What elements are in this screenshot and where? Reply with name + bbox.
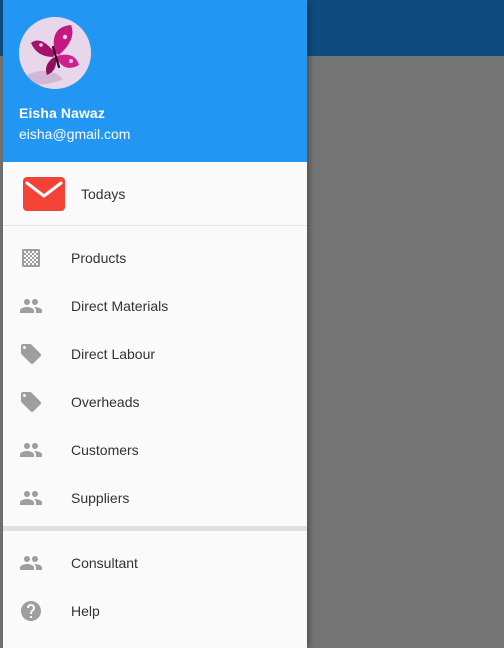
menu-item-products[interactable]: Products	[3, 234, 307, 282]
todays-item[interactable]: Todays	[3, 162, 307, 226]
menu-item-label: Direct Materials	[71, 298, 169, 314]
menu-item-consultant[interactable]: Consultant	[3, 539, 307, 587]
mail-icon	[23, 177, 65, 211]
menu-item-direct-materials[interactable]: Direct Materials	[3, 282, 307, 330]
menu-item-direct-labour[interactable]: Direct Labour	[3, 330, 307, 378]
account-name: Eisha Nawaz	[19, 105, 105, 121]
menu-item-label: Consultant	[71, 555, 138, 571]
menu-item-label: Suppliers	[71, 490, 130, 506]
menu-item-label: Direct Labour	[71, 346, 156, 362]
navigation-drawer: Eisha Nawaz eisha@gmail.com Todays Produ…	[3, 0, 307, 648]
menu-item-label: Overheads	[71, 394, 140, 410]
menu-item-suppliers[interactable]: Suppliers	[3, 474, 307, 522]
menu-list: Products Direct Materials Direct Labour …	[3, 226, 307, 635]
help-icon	[19, 599, 43, 623]
menu-item-label: Customers	[71, 442, 139, 458]
account-email: eisha@gmail.com	[19, 126, 131, 142]
people-icon	[19, 551, 43, 575]
people-icon	[19, 294, 43, 318]
avatar[interactable]	[19, 17, 91, 89]
grid-icon	[19, 246, 43, 270]
menu-item-overheads[interactable]: Overheads	[3, 378, 307, 426]
menu-item-help[interactable]: Help	[3, 587, 307, 635]
todays-label: Todays	[81, 186, 126, 202]
menu-item-label: Help	[71, 603, 100, 619]
section-divider	[3, 526, 307, 531]
people-icon	[19, 486, 43, 510]
tag-icon	[19, 390, 43, 414]
people-icon	[19, 438, 43, 462]
menu-item-customers[interactable]: Customers	[3, 426, 307, 474]
tag-icon	[19, 342, 43, 366]
drawer-header: Eisha Nawaz eisha@gmail.com	[3, 0, 307, 162]
butterfly-avatar-icon	[19, 17, 91, 89]
menu-item-label: Products	[71, 250, 127, 266]
